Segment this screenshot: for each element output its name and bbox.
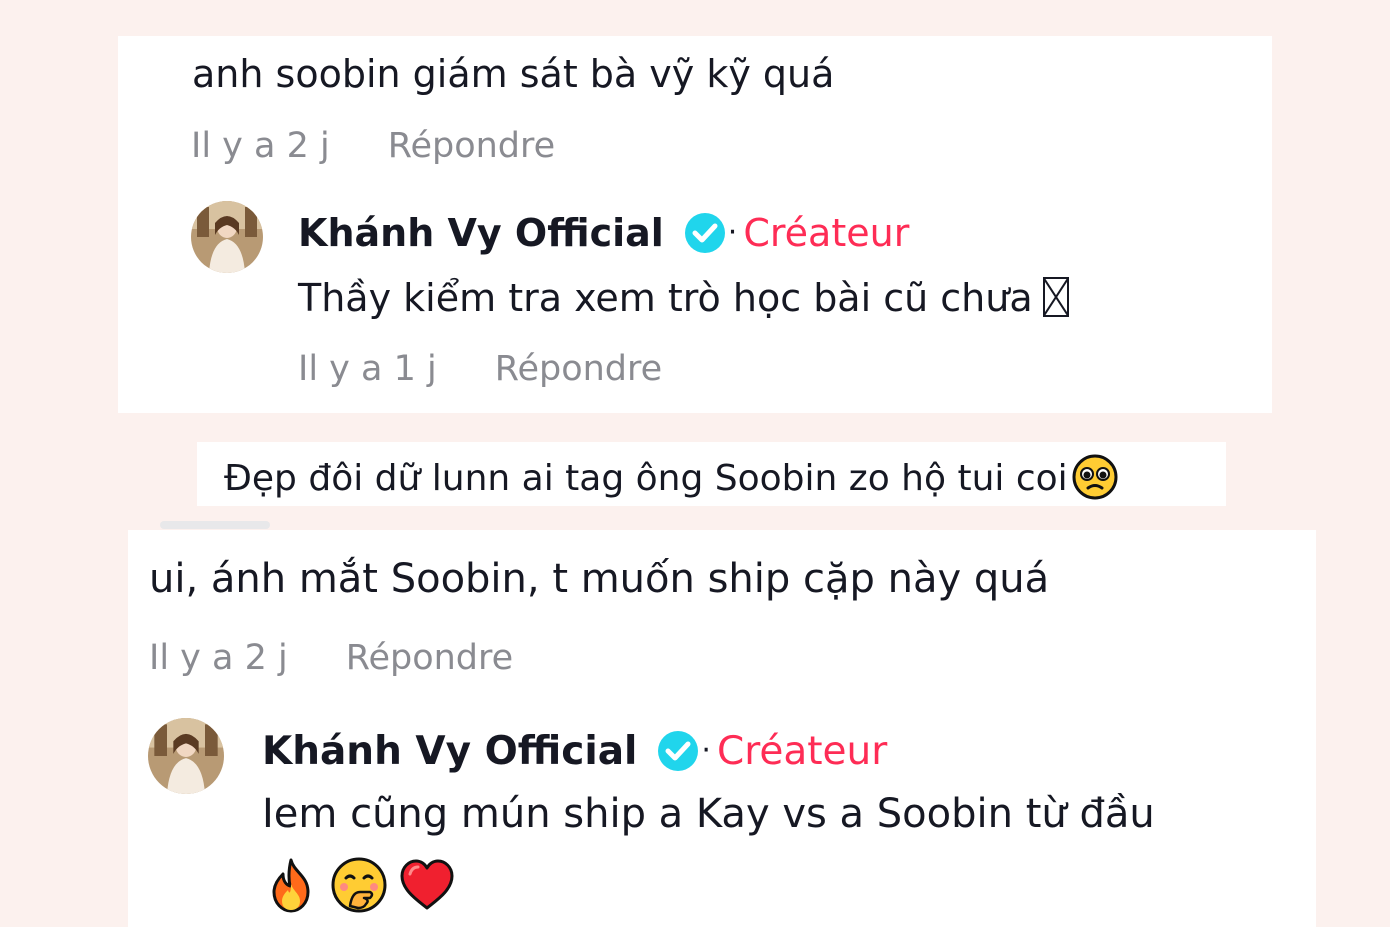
author-name[interactable]: Khánh Vy Official (262, 732, 637, 771)
avatar[interactable] (191, 201, 263, 273)
reply-header: Khánh Vy Official · Créateur (298, 212, 909, 254)
verified-badge-icon (657, 730, 699, 772)
comment-thread-1: anh soobin giám sát bà vỹ kỹ quá Il y a … (118, 36, 1272, 413)
comment-text: ui, ánh mắt Soobin, t muốn ship cặp này … (149, 556, 1050, 602)
reply-button[interactable]: Répondre (346, 638, 513, 678)
reply-button[interactable]: Répondre (388, 126, 555, 166)
comment-time: Il y a 2 j (191, 126, 330, 166)
reply-header: Khánh Vy Official · Créateur (262, 730, 887, 772)
reply-text-content: Thầy kiểm tra xem trò học bài cũ chưa (298, 276, 1033, 320)
fire-icon (272, 858, 310, 913)
comment-text: anh soobin giám sát bà vỹ kỹ quá (192, 52, 835, 96)
missing-glyph-icon (1042, 277, 1069, 317)
reply-time: Il y a 1 j (298, 349, 437, 389)
hand-over-mouth-face-icon (331, 857, 387, 913)
reply-meta: Il y a 1 j Répondre (298, 352, 662, 387)
reply-button[interactable]: Répondre (495, 349, 662, 389)
reply-text: Iem cũng mún ship a Kay vs a Soobin từ đ… (262, 791, 1155, 837)
pleading-face-icon (1072, 454, 1118, 500)
verified-badge-icon (684, 212, 726, 254)
separator-dot: · (701, 733, 711, 768)
reply-text: Thầy kiểm tra xem trò học bài cũ chưa (298, 277, 1069, 317)
red-heart-icon (400, 859, 454, 910)
caption-text-line: Đẹp đôi dữ lunn ai tag ông Soobin zo hộ … (224, 454, 1118, 500)
caption-text: Đẹp đôi dữ lunn ai tag ông Soobin zo hộ … (224, 458, 1068, 499)
creator-label: Créateur (716, 728, 888, 774)
comment-thread-2: ui, ánh mắt Soobin, t muốn ship cặp này … (128, 530, 1316, 927)
separator-dot: · (727, 215, 738, 250)
caption-box: Đẹp đôi dữ lunn ai tag ông Soobin zo hộ … (197, 442, 1226, 506)
comment-time: Il y a 2 j (149, 638, 288, 678)
avatar[interactable] (148, 718, 224, 794)
author-name[interactable]: Khánh Vy Official (298, 214, 664, 252)
comment-meta: Il y a 2 j Répondre (149, 641, 513, 676)
reply-emojis (262, 856, 456, 914)
divider (160, 521, 270, 529)
comment-meta: Il y a 2 j Répondre (191, 129, 555, 164)
creator-label: Créateur (743, 211, 910, 255)
